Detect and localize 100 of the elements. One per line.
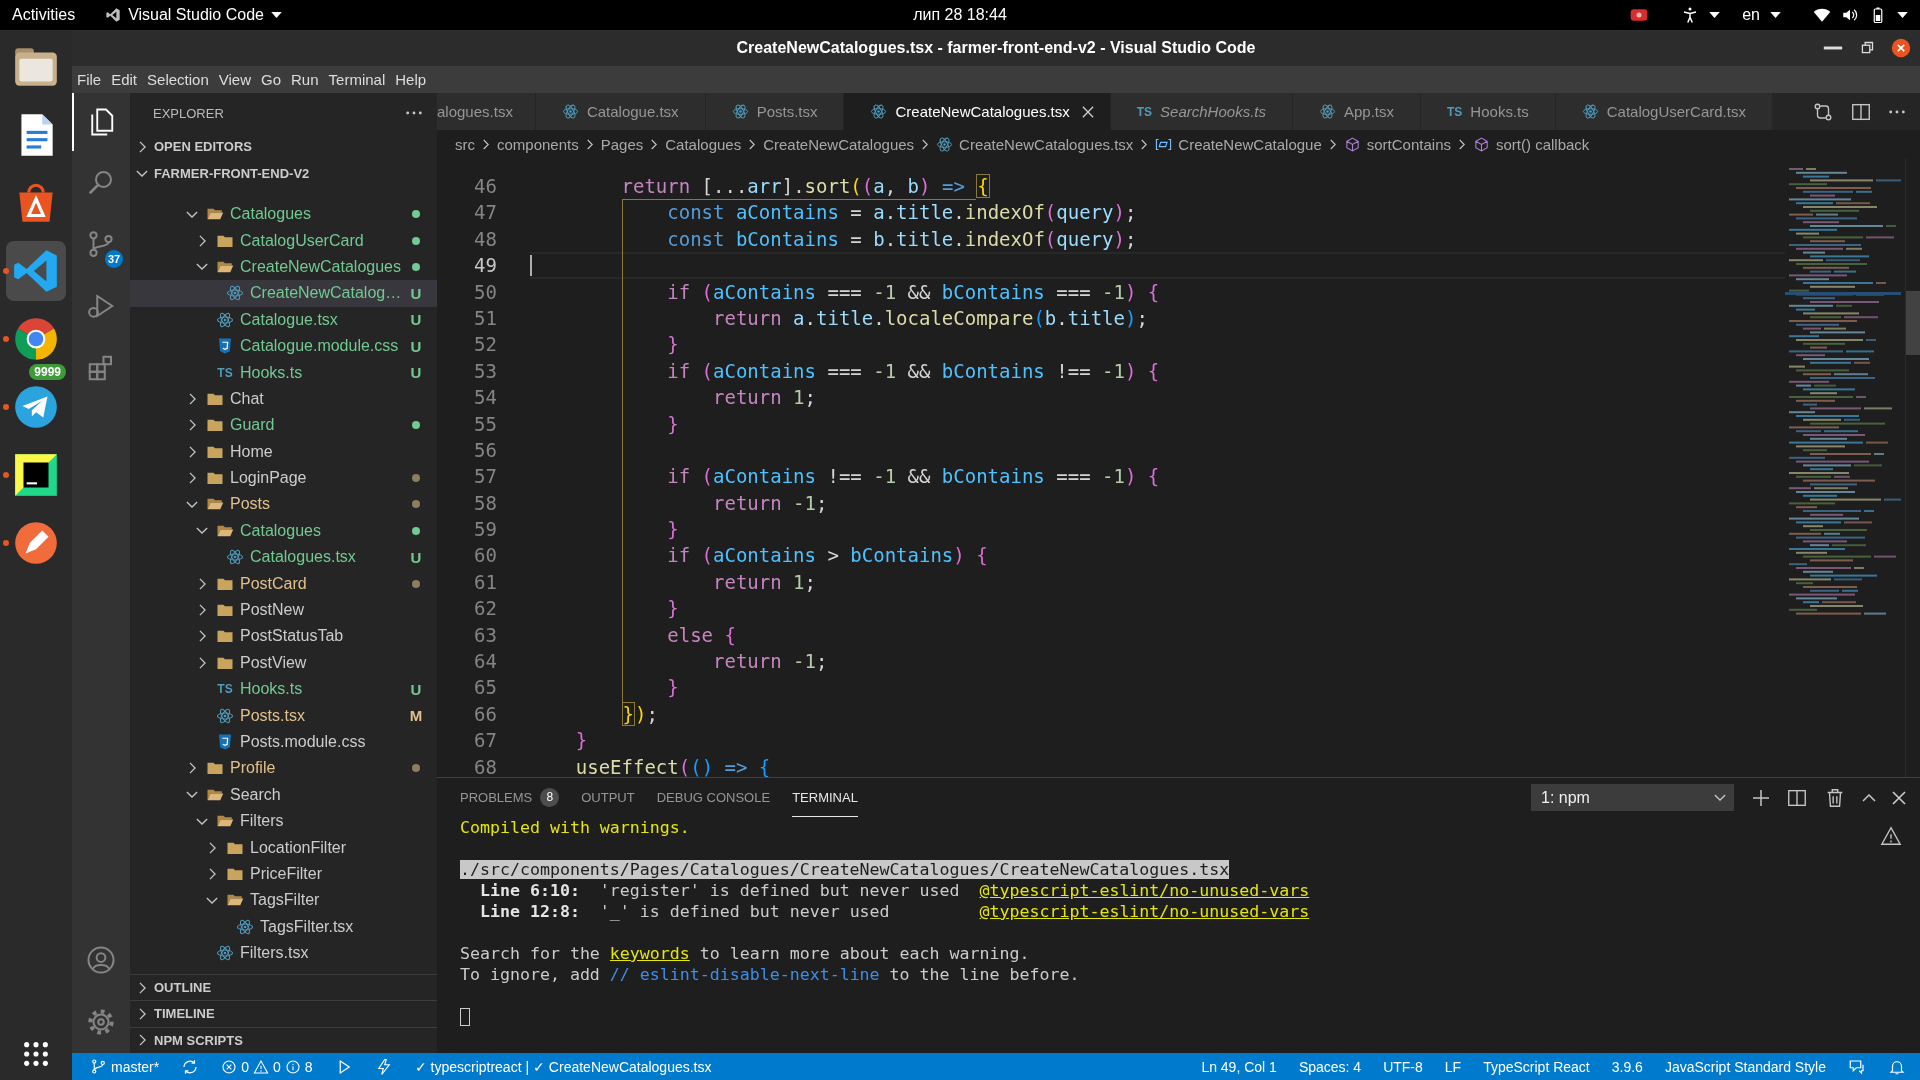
editor-tab[interactable]: CreateNewCatalogues.tsx [844,93,1111,130]
chevron-up-icon[interactable] [1862,793,1876,802]
tree-item[interactable]: Catalogue.module.css U [130,332,437,360]
tree-item[interactable]: PostView [130,649,437,677]
menu-item[interactable]: Selection [142,71,214,88]
editor-tab[interactable]: alogues.tsx [437,93,536,130]
menu-item[interactable]: View [213,71,256,88]
menu-item[interactable]: Run [286,71,324,88]
tree-item[interactable]: PostCard [130,570,437,597]
app-menu[interactable]: Visual Studio Code [105,6,282,24]
menu-item[interactable]: Help [390,71,432,88]
activities-button[interactable]: Activities [12,6,76,24]
apps-grid-icon[interactable] [22,1040,50,1068]
breadcrumb-item[interactable]: components [497,135,579,153]
tree-item[interactable]: TagsFilter [130,887,437,914]
activity-tab[interactable]: 37 [72,213,130,275]
breadcrumb-item[interactable]: src [455,135,475,153]
breadcrumb-item[interactable]: CreateNewCatalogues [763,135,915,153]
status-item[interactable]: TypeScript React [1483,1058,1590,1075]
settings-icon[interactable] [86,1007,116,1037]
tree-item[interactable]: Home [130,438,437,465]
close-icon[interactable] [1890,37,1912,59]
terminal-select[interactable]: 1: npm [1531,784,1734,811]
status-item[interactable]: 3.9.6 [1611,1058,1643,1075]
breadcrumb-item[interactable]: sort() callback [1473,135,1590,153]
tree-item[interactable]: Search [130,781,437,808]
status-item[interactable]: Spaces: 4 [1298,1058,1362,1075]
status-item[interactable]: UTF-8 [1383,1058,1423,1075]
panel-tab[interactable]: OUTPUT [581,778,635,817]
tree-item[interactable]: Catalogue.tsx U [130,306,437,333]
line-number: 52 [473,332,498,358]
plus-icon[interactable] [1752,788,1770,807]
tree-item[interactable]: PriceFilter [130,860,437,888]
tree-item[interactable]: Filters.tsx [130,939,437,967]
section-header[interactable]: OUTLINE [130,973,437,1001]
more-icon[interactable] [1888,108,1906,115]
menu-item[interactable]: Terminal [323,71,391,88]
warning-icon[interactable] [1880,825,1902,847]
tree-item[interactable]: LoginPage [130,464,437,492]
tree-item[interactable]: Posts.module.css [130,728,437,756]
keyboard-layout[interactable]: en [1742,6,1760,24]
tree-item[interactable]: Filters [130,808,437,835]
account-icon[interactable] [86,945,116,975]
status-item[interactable]: 0 0 8 [221,1058,313,1075]
tree-item[interactable]: Chat [130,385,437,413]
menu-item[interactable]: Go [256,71,286,88]
tree-item[interactable]: TS Hooks.ts U [130,676,437,703]
tree-item[interactable]: Posts [130,491,437,518]
breadcrumb-item[interactable]: Pages [600,135,644,153]
scrollbar-thumb[interactable] [1906,291,1920,355]
tree-item[interactable]: CreateNewCatalog… U [130,280,437,307]
tree-item[interactable]: CreateNewCatalogues [130,253,437,281]
sync-icon[interactable] [181,1057,200,1076]
breadcrumb-item[interactable]: sortContains [1343,135,1451,153]
close-icon[interactable] [1892,790,1906,805]
tree-item[interactable]: Posts.tsx M [130,702,437,729]
clock[interactable]: лип 28 18:44 [913,6,1007,24]
tree-item[interactable]: PostNew [130,596,437,624]
status-item[interactable]: ✓ typescriptreact | ✓ CreateNewCatalogues.tsx [414,1058,712,1075]
tree-item[interactable]: Profile [130,755,437,782]
breadcrumb-item[interactable]: CreateNewCatalogue [1155,135,1322,153]
status-item[interactable]: Ln 49, Col 1 [1201,1058,1277,1075]
menu-item[interactable]: Edit [106,71,143,88]
editor-tab[interactable]: App.tsx [1293,93,1421,130]
volume-icon[interactable] [1841,6,1859,24]
breadcrumb-item[interactable]: CreateNewCatalogues.tsx [936,135,1134,153]
breadcrumb-item[interactable]: Catalogues [665,135,742,153]
menu-item[interactable]: File [72,71,107,88]
code-editor-icon [105,7,122,23]
wifi-icon[interactable] [1813,6,1831,24]
tree-item[interactable]: PostStatusTab [130,623,437,650]
section-header[interactable]: FARMER-FRONT-END-V2 [130,160,437,187]
tree-item[interactable]: Guard [130,412,437,439]
panel-tab[interactable]: DEBUG CONSOLE [656,778,771,817]
line-number: 48 [473,226,498,252]
tree-item[interactable]: LocationFilter [130,834,437,861]
editor-tab[interactable]: Catalogue.tsx [535,93,706,130]
panel-tab[interactable]: PROBLEMS 8 [460,778,560,817]
panel-tab[interactable]: TERMINAL [792,778,858,817]
code-line: const aContains = a.title.indexOf(query); [666,200,1137,226]
status-item[interactable]: LF [1444,1058,1462,1075]
status-item[interactable]: master* [90,1058,160,1075]
editor-tab[interactable]: CatalogUserCard.tsx [1555,93,1773,130]
editor-tab[interactable]: Posts.tsx [705,93,845,130]
tree-item[interactable]: Catalogues [130,517,437,545]
tree-item[interactable]: Catalogues.tsx U [130,544,437,571]
editor-tab[interactable]: TS Hooks.ts [1421,93,1556,130]
close-icon[interactable] [1081,105,1094,118]
terminal-link[interactable]: @typescript-eslint/no-unused-vars [979,902,1310,921]
tree-item[interactable]: Catalogues [130,201,437,228]
feedback-icon[interactable] [1848,1057,1866,1076]
terminal-link[interactable]: keywords [609,944,690,963]
terminal-link[interactable]: @typescript-eslint/no-unused-vars [979,881,1310,900]
tree-item[interactable]: CatalogUserCard [130,227,437,254]
tree-item[interactable]: TS Hooks.ts U [130,359,437,386]
editor-tab[interactable]: TS SearchHooks.ts [1110,93,1293,130]
status-item[interactable]: JavaScript Standard Style [1664,1058,1826,1075]
section-header[interactable]: TIMELINE [130,1000,437,1027]
tree-item[interactable]: TagsFilter.tsx [130,913,437,940]
section-header[interactable]: OPEN EDITORS [130,133,437,160]
